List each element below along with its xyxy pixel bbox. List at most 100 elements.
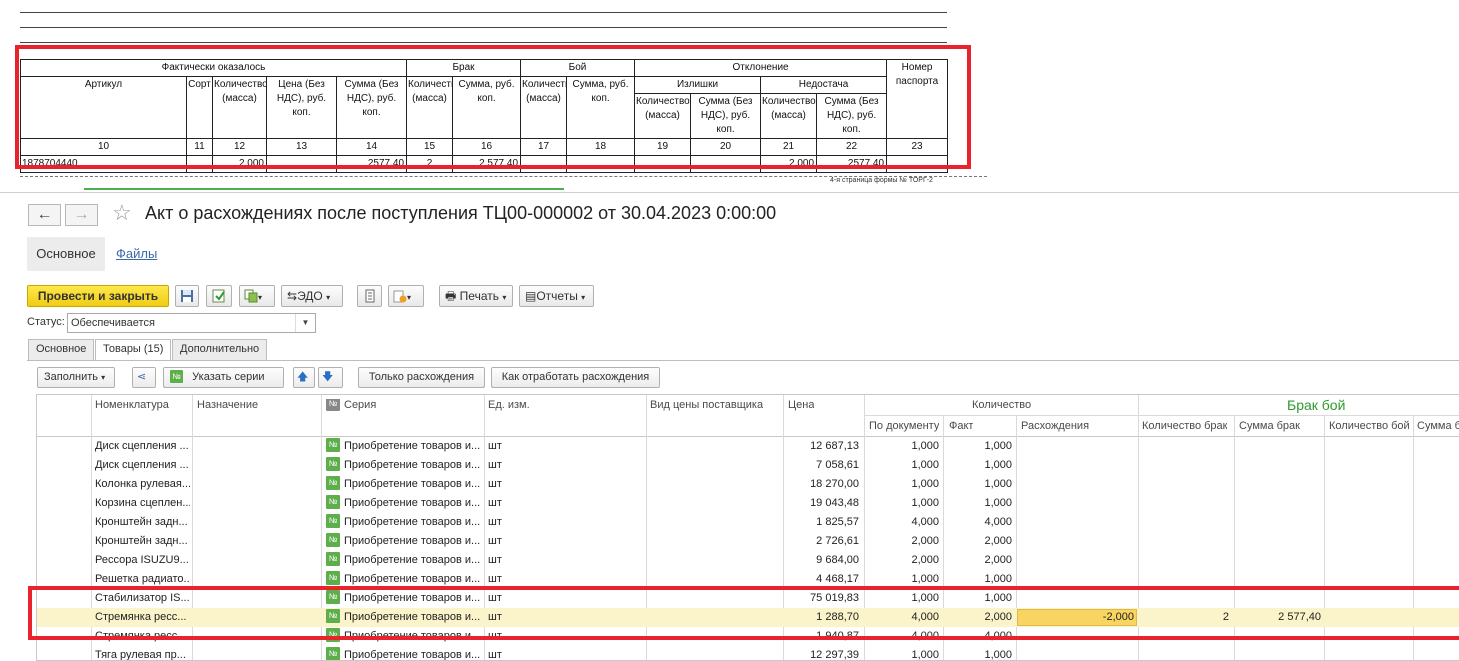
table-row[interactable]: Кронштейн задн... № Приобретение товаров и…	[37, 513, 1459, 532]
cell-by-doc[interactable]: 1,000	[865, 646, 939, 660]
cell-price[interactable]: 19 043,48	[785, 494, 859, 513]
cell-unit[interactable]: шт	[488, 532, 638, 551]
cell-series[interactable]: № Приобретение товаров и...	[326, 532, 482, 551]
col-header-price[interactable]: Цена	[788, 399, 814, 411]
post-and-close-button[interactable]: Провести и закрыть	[27, 285, 169, 307]
cell-nomenclature[interactable]: Кронштейн задн...	[95, 513, 190, 532]
cell-defect-qty[interactable]	[1139, 532, 1229, 551]
col-header-nomenclature[interactable]: Номенклатура	[95, 399, 169, 411]
col-header-purpose[interactable]: Назначение	[197, 399, 258, 411]
post-button[interactable]	[206, 285, 232, 307]
cell-discrepancy[interactable]	[1017, 646, 1134, 660]
table-row[interactable]: Корзина сцеплен... № Приобретение товаров …	[37, 494, 1459, 513]
cell-fact[interactable]: 1,000	[944, 475, 1012, 494]
cell-fact[interactable]: 1,000	[944, 494, 1012, 513]
cell-unit[interactable]: шт	[488, 456, 638, 475]
col-header-broken-qty[interactable]: Количество бой	[1329, 420, 1410, 432]
cell-series[interactable]: № Приобретение товаров и...	[326, 513, 482, 532]
col-header-unit[interactable]: Ед. изм.	[488, 399, 530, 411]
col-header-defect-sum[interactable]: Сумма брак	[1239, 420, 1300, 432]
tab-additional[interactable]: Дополнительно	[172, 339, 268, 360]
cell-price[interactable]: 12 297,39	[785, 646, 859, 660]
cell-by-doc[interactable]: 2,000	[865, 551, 939, 570]
set-series-button[interactable]: № Указать серии	[163, 367, 284, 388]
cell-fact[interactable]: 1,000	[944, 646, 1012, 660]
cell-defect-qty[interactable]	[1139, 494, 1229, 513]
table-row[interactable]: Диск сцепления ... № Приобретение товаров …	[37, 437, 1459, 456]
cell-unit[interactable]: шт	[488, 475, 638, 494]
cell-unit[interactable]: шт	[488, 646, 638, 660]
cell-discrepancy[interactable]	[1017, 513, 1134, 532]
table-row[interactable]: Кронштейн задн... № Приобретение товаров и…	[37, 532, 1459, 551]
col-header-by-doc[interactable]: По документу	[869, 420, 939, 432]
cell-by-doc[interactable]: 1,000	[865, 494, 939, 513]
create-based-on-button[interactable]: ▾	[239, 285, 275, 307]
cell-series[interactable]: № Приобретение товаров и...	[326, 437, 482, 456]
cell-discrepancy[interactable]	[1017, 494, 1134, 513]
col-header-price-kind[interactable]: Вид цены поставщика	[650, 399, 763, 411]
save-button[interactable]	[175, 285, 199, 307]
table-row[interactable]: Рессора ISUZU9... № Приобретение товаров и…	[37, 551, 1459, 570]
cell-unit[interactable]: шт	[488, 494, 638, 513]
share-button[interactable]: ⋖	[132, 367, 156, 388]
only-discrepancies-button[interactable]: Только расхождения	[358, 367, 485, 388]
cell-nomenclature[interactable]: Кронштейн задн...	[95, 532, 190, 551]
cell-defect-sum[interactable]	[1235, 437, 1321, 456]
tab-goods[interactable]: Товары (15)	[95, 339, 172, 361]
col-header-discrepancy[interactable]: Расхождения	[1021, 420, 1089, 432]
cell-by-doc[interactable]: 1,000	[865, 475, 939, 494]
move-up-button[interactable]: 🡅	[293, 367, 315, 388]
attach-file-button[interactable]: ▾	[388, 285, 424, 307]
col-header-series[interactable]: № Серия	[326, 399, 376, 412]
cell-by-doc[interactable]: 2,000	[865, 532, 939, 551]
fill-button[interactable]: Заполнить ▾	[37, 367, 115, 388]
cell-nomenclature[interactable]: Колонка рулевая...	[95, 475, 190, 494]
cell-defect-qty[interactable]	[1139, 513, 1229, 532]
col-header-broken-sum[interactable]: Сумма б	[1417, 420, 1459, 432]
edo-button[interactable]: ⇆ЭДО ▾	[281, 285, 343, 307]
cell-unit[interactable]: шт	[488, 437, 638, 456]
cell-defect-sum[interactable]	[1235, 551, 1321, 570]
table-row[interactable]: Колонка рулевая... № Приобретение товаров …	[37, 475, 1459, 494]
cell-fact[interactable]: 1,000	[944, 437, 1012, 456]
cell-defect-qty[interactable]	[1139, 456, 1229, 475]
tab-basic[interactable]: Основное	[28, 339, 95, 360]
cell-series[interactable]: № Приобретение товаров и...	[326, 475, 482, 494]
cell-nomenclature[interactable]: Рессора ISUZU9...	[95, 551, 190, 570]
cell-price[interactable]: 1 825,57	[785, 513, 859, 532]
cell-discrepancy[interactable]	[1017, 437, 1134, 456]
cell-discrepancy[interactable]	[1017, 551, 1134, 570]
cell-defect-sum[interactable]	[1235, 475, 1321, 494]
move-down-button[interactable]: 🡇	[318, 367, 343, 388]
cell-series[interactable]: № Приобретение товаров и...	[326, 494, 482, 513]
tab-files[interactable]: Файлы	[116, 246, 157, 261]
cell-discrepancy[interactable]	[1017, 456, 1134, 475]
cell-defect-qty[interactable]	[1139, 437, 1229, 456]
cell-defect-qty[interactable]	[1139, 551, 1229, 570]
status-select[interactable]: Обеспечивается ▼	[67, 313, 316, 333]
how-to-resolve-button[interactable]: Как отработать расхождения	[491, 367, 660, 388]
cell-unit[interactable]: шт	[488, 513, 638, 532]
cell-fact[interactable]: 4,000	[944, 513, 1012, 532]
reports-button[interactable]: ▤Отчеты ▾	[519, 285, 594, 307]
cell-defect-sum[interactable]	[1235, 646, 1321, 660]
cell-price[interactable]: 18 270,00	[785, 475, 859, 494]
structure-button[interactable]	[357, 285, 382, 307]
back-button[interactable]: ←	[28, 204, 61, 226]
cell-fact[interactable]: 1,000	[944, 456, 1012, 475]
cell-series[interactable]: № Приобретение товаров и...	[326, 551, 482, 570]
table-row[interactable]: Диск сцепления ... № Приобретение товаров …	[37, 456, 1459, 475]
cell-series[interactable]: № Приобретение товаров и...	[326, 456, 482, 475]
cell-defect-qty[interactable]	[1139, 646, 1229, 660]
cell-by-doc[interactable]: 1,000	[865, 437, 939, 456]
cell-by-doc[interactable]: 1,000	[865, 456, 939, 475]
cell-unit[interactable]: шт	[488, 551, 638, 570]
cell-defect-sum[interactable]	[1235, 494, 1321, 513]
forward-button[interactable]: →	[65, 204, 98, 226]
table-row[interactable]: Тяга рулевая пр... № Приобретение товаров …	[37, 646, 1459, 660]
col-header-defect-qty[interactable]: Количество брак	[1142, 420, 1227, 432]
cell-defect-sum[interactable]	[1235, 456, 1321, 475]
cell-nomenclature[interactable]: Диск сцепления ...	[95, 456, 190, 475]
cell-discrepancy[interactable]	[1017, 532, 1134, 551]
cell-defect-sum[interactable]	[1235, 532, 1321, 551]
